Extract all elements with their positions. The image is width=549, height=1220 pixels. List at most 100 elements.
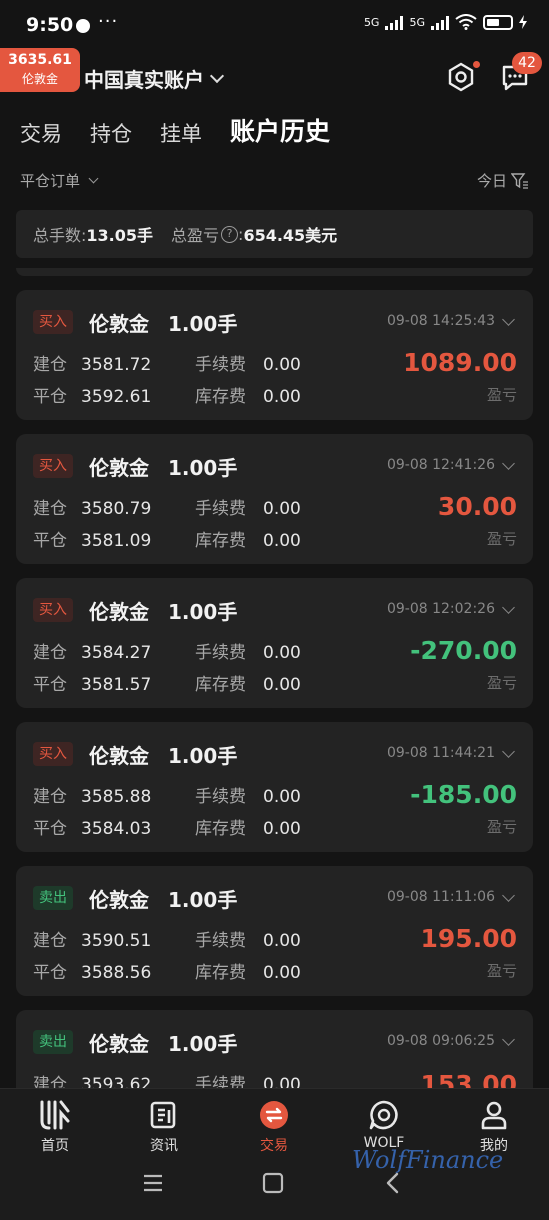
- trade-card[interactable]: 买入 伦敦金 1.00手 09-08 12:02:26 建仓 3584.27 手续费…: [16, 578, 533, 708]
- order-type-filter-label: 平仓订单: [20, 172, 81, 190]
- wifi-icon: [455, 14, 477, 30]
- watermark-logo: WolfFinance: [352, 1146, 504, 1174]
- settings-hexagon-icon[interactable]: [446, 62, 476, 92]
- battery-icon: [483, 14, 513, 30]
- nav-home-label: 首页: [41, 1138, 69, 1154]
- fee-label: 手续费: [195, 499, 246, 519]
- close-price: 3581.57: [81, 675, 152, 695]
- open-price: 3590.51: [81, 931, 152, 951]
- open-label: 建仓: [33, 499, 67, 519]
- swap-label: 库存费: [195, 675, 246, 695]
- open-price: 3580.79: [81, 499, 152, 519]
- message-count-badge: 42: [512, 52, 542, 74]
- trade-lots: 1.00手: [168, 744, 238, 768]
- nav-trade[interactable]: 交易: [234, 1099, 314, 1155]
- nav-home[interactable]: 首页: [15, 1099, 95, 1155]
- price-badge-label: 伦敦金: [21, 72, 58, 86]
- trade-symbol: 伦敦金: [89, 744, 149, 768]
- expand-chevron-icon[interactable]: [502, 889, 515, 902]
- open-price: 3585.88: [81, 787, 152, 807]
- trade-symbol: 伦敦金: [89, 1032, 149, 1056]
- close-label: 平仓: [33, 531, 67, 551]
- side-tag: 买入: [33, 454, 73, 478]
- home-square-icon[interactable]: [262, 1172, 284, 1194]
- trade-lots: 1.00手: [168, 1032, 238, 1056]
- close-label: 平仓: [33, 819, 67, 839]
- trade-history-list: 买入 伦敦金 1.00手 09-08 14:25:43 建仓 3581.72 手续费…: [16, 290, 533, 1154]
- trade-time: 09-08 09:06:25: [386, 1033, 495, 1049]
- trade-card[interactable]: 买入 伦敦金 1.00手 09-08 11:44:21 建仓 3585.88 手续费…: [16, 722, 533, 852]
- trade-time: 09-08 11:44:21: [386, 745, 495, 761]
- date-range-filter[interactable]: 今日: [477, 170, 529, 191]
- tab-positions[interactable]: 持仓: [90, 118, 132, 148]
- trade-symbol: 伦敦金: [89, 888, 149, 912]
- tab-pending-orders[interactable]: 挂单: [160, 118, 202, 148]
- expand-chevron-icon[interactable]: [502, 1033, 515, 1046]
- signal-icon: [385, 14, 404, 30]
- swap-value: 0.00: [263, 675, 301, 695]
- expand-chevron-icon[interactable]: [502, 313, 515, 326]
- network-type-2: 5G: [409, 15, 425, 29]
- trade-lots: 1.00手: [168, 312, 238, 336]
- expand-chevron-icon[interactable]: [502, 457, 515, 470]
- more-notifications-icon: ···: [98, 11, 119, 32]
- date-range-label: 今日: [476, 172, 507, 190]
- account-selector[interactable]: 中国真实账户: [84, 64, 225, 93]
- price-badge[interactable]: 3635.61 伦敦金: [0, 48, 80, 92]
- close-price: 3584.03: [81, 819, 152, 839]
- trade-icon: [260, 1101, 288, 1129]
- trade-card[interactable]: 买入 伦敦金 1.00手 09-08 12:41:26 建仓 3580.79 手续费…: [16, 434, 533, 564]
- nav-news[interactable]: 资讯: [124, 1099, 204, 1155]
- swap-label: 库存费: [195, 387, 246, 407]
- side-tag: 买入: [33, 742, 73, 766]
- tab-trade[interactable]: 交易: [20, 118, 62, 148]
- swap-value: 0.00: [263, 819, 301, 839]
- trade-pnl: 195.00: [420, 924, 517, 953]
- nav-trade-label: 交易: [260, 1138, 288, 1154]
- side-tag: 买入: [33, 310, 73, 334]
- pnl-label: 盈亏: [486, 530, 517, 548]
- recent-apps-icon[interactable]: [142, 1172, 164, 1194]
- tab-account-history[interactable]: 账户历史: [230, 112, 330, 148]
- open-price: 3584.27: [81, 643, 152, 663]
- trade-card[interactable]: 卖出 伦敦金 1.00手 09-08 11:11:06 建仓 3590.51 手续费…: [16, 866, 533, 996]
- expand-chevron-icon[interactable]: [502, 745, 515, 758]
- help-question-icon[interactable]: ?: [221, 225, 239, 243]
- trade-symbol: 伦敦金: [89, 312, 149, 336]
- open-price: 3581.72: [81, 355, 152, 375]
- order-type-filter[interactable]: 平仓订单: [20, 170, 99, 191]
- notification-dot-icon: [76, 19, 90, 33]
- trade-lots: 1.00手: [168, 600, 238, 624]
- open-label: 建仓: [33, 931, 67, 951]
- total-lots-label: 总手数:: [33, 226, 87, 245]
- swap-value: 0.00: [263, 531, 301, 551]
- close-label: 平仓: [33, 963, 67, 983]
- trade-symbol: 伦敦金: [89, 600, 149, 624]
- open-label: 建仓: [33, 355, 67, 375]
- trade-pnl: 30.00: [437, 492, 517, 521]
- status-bar: 9:50 ··· 5G 5G: [0, 0, 549, 52]
- fee-value: 0.00: [263, 355, 301, 375]
- nav-wolf[interactable]: WOLF: [344, 1099, 424, 1151]
- swap-value: 0.00: [263, 963, 301, 983]
- close-price: 3581.09: [81, 531, 152, 551]
- trade-symbol: 伦敦金: [89, 456, 149, 480]
- fee-value: 0.00: [263, 931, 301, 951]
- trade-time: 09-08 11:11:06: [386, 889, 495, 905]
- signal-icon-2: [431, 14, 449, 30]
- fee-label: 手续费: [195, 787, 246, 807]
- back-arrow-icon[interactable]: [382, 1172, 404, 1194]
- total-lots-value: 13.05手: [86, 226, 154, 245]
- fee-label: 手续费: [195, 355, 246, 375]
- tab-bar: 交易 持仓 挂单 账户历史: [20, 112, 330, 148]
- system-navigation-bar: [0, 1172, 549, 1202]
- total-pnl-value: 654.45美元: [243, 226, 338, 245]
- fee-value: 0.00: [263, 643, 301, 663]
- account-title: 中国真实账户: [84, 68, 204, 92]
- price-badge-price: 3635.61: [8, 52, 72, 68]
- trade-lots: 1.00手: [168, 456, 238, 480]
- fee-label: 手续费: [195, 643, 246, 663]
- trade-card[interactable]: 买入 伦敦金 1.00手 09-08 14:25:43 建仓 3581.72 手续费…: [16, 290, 533, 420]
- close-label: 平仓: [33, 387, 67, 407]
- expand-chevron-icon[interactable]: [502, 601, 515, 614]
